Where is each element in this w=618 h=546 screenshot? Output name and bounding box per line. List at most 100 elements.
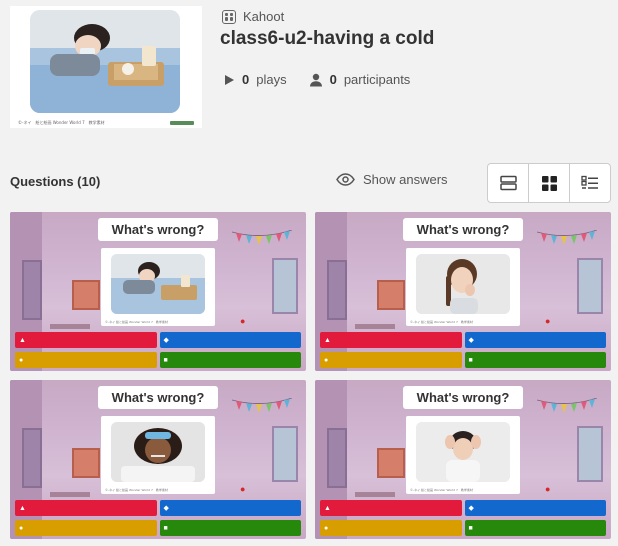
question-text: What's wrong? xyxy=(403,218,523,241)
brand-label: Kahoot xyxy=(243,9,285,24)
answer-blue: ◆ xyxy=(159,332,301,348)
answer-green: ■ xyxy=(159,520,301,536)
triangle-icon: ▲ xyxy=(19,504,26,512)
plays-count: 0 xyxy=(242,72,250,87)
diamond-icon: ◆ xyxy=(468,336,474,344)
answer-yellow: ● xyxy=(320,352,462,368)
answer-green: ■ xyxy=(464,520,606,536)
participants-stat: 0 participants xyxy=(309,72,411,87)
answer-blue: ◆ xyxy=(464,332,606,348)
classroom-shelf xyxy=(50,324,90,329)
diamond-icon: ◆ xyxy=(163,504,169,512)
answer-options: ▲ ◆ ● ■ xyxy=(15,332,301,368)
classroom-shelf xyxy=(355,324,395,329)
question-image: ©-ネイ 絵と絵画 Wonder World 7 教学素材 xyxy=(406,248,520,326)
question-text: What's wrong? xyxy=(98,386,218,409)
answer-blue: ◆ xyxy=(159,500,301,516)
play-icon xyxy=(225,74,234,85)
image-caption: ©-ネイ 絵と絵画 Wonder World 7 教学素材 xyxy=(410,320,516,324)
question-card[interactable]: ● What's wrong? ©-ネイ 絵と絵画 Wonder World 7… xyxy=(10,380,306,539)
classroom-window xyxy=(272,258,298,314)
answer-options: ▲ ◆ ● ■ xyxy=(320,500,606,536)
question-text: What's wrong? xyxy=(403,386,523,409)
question-image: ©-ネイ 絵と絵画 Wonder World 7 教学素材 xyxy=(101,416,215,494)
kahoot-cover-image: ©-ネイ 絵と絵画 Wonder World 7 教学素材 xyxy=(10,6,202,128)
bunting-decoration xyxy=(537,398,597,413)
classroom-door xyxy=(327,260,347,320)
diamond-icon: ◆ xyxy=(468,504,474,512)
classroom-board xyxy=(72,448,100,478)
apple-icon: ● xyxy=(240,316,246,326)
answer-red: ▲ xyxy=(15,500,157,516)
detail-list-view-button[interactable] xyxy=(570,164,610,202)
participants-count: 0 xyxy=(329,72,337,87)
answer-yellow: ● xyxy=(320,520,462,536)
circle-icon: ● xyxy=(324,356,329,364)
answer-options: ▲ ◆ ● ■ xyxy=(15,500,301,536)
bunting-decoration xyxy=(537,230,597,245)
circle-icon: ● xyxy=(324,524,329,532)
square-icon: ■ xyxy=(163,524,168,532)
show-answers-label: Show answers xyxy=(363,172,448,187)
classroom-board xyxy=(377,448,405,478)
person-icon xyxy=(309,73,322,86)
eye-icon xyxy=(336,173,355,186)
answer-red: ▲ xyxy=(320,500,462,516)
image-caption-text: ©-ネイ 絵と絵画 Wonder World 7 教学素材 xyxy=(410,488,473,492)
question-image: ©-ネイ 絵と絵画 Wonder World 7 教学素材 xyxy=(406,416,520,494)
question-image: ©-ネイ 絵と絵画 Wonder World 7 教学素材 xyxy=(101,248,215,326)
apple-icon: ● xyxy=(545,316,551,326)
photo-coughing-girl xyxy=(416,254,510,314)
classroom-door xyxy=(327,428,347,488)
detail-list-icon xyxy=(581,175,598,189)
classroom-door xyxy=(22,428,42,488)
triangle-icon: ▲ xyxy=(324,504,331,512)
circle-icon: ● xyxy=(19,356,24,364)
cover-photo-sick-child xyxy=(30,10,180,113)
list-view-icon xyxy=(499,175,517,191)
answer-yellow: ● xyxy=(15,520,157,536)
diamond-icon: ◆ xyxy=(163,336,169,344)
answer-yellow: ● xyxy=(15,352,157,368)
participants-label: participants xyxy=(343,72,411,87)
classroom-board xyxy=(377,280,405,310)
list-view-button[interactable] xyxy=(488,164,529,202)
plays-stat: 0 plays xyxy=(224,72,287,87)
answer-green: ■ xyxy=(159,352,301,368)
question-text: What's wrong? xyxy=(98,218,218,241)
kahoot-stats: 0 plays 0 participants xyxy=(224,72,410,87)
classroom-shelf xyxy=(50,492,90,497)
question-card[interactable]: ● What's wrong? ©-ネイ 絵と絵画 Wonder World 7… xyxy=(315,380,611,539)
answer-red: ▲ xyxy=(15,332,157,348)
kahoot-title: class6-u2-having a cold xyxy=(220,28,435,49)
classroom-board xyxy=(72,280,100,310)
question-card[interactable]: ● What's wrong? ©-ネイ 絵と絵画 Wonder World 7… xyxy=(10,212,306,371)
image-caption: ©-ネイ 絵と絵画 Wonder World 7 教学素材 xyxy=(410,488,516,492)
classroom-window xyxy=(577,426,603,482)
image-caption-text: ©-ネイ 絵と絵画 Wonder World 7 教学素材 xyxy=(105,488,168,492)
square-icon: ■ xyxy=(468,524,473,532)
classroom-window xyxy=(577,258,603,314)
bunting-decoration xyxy=(232,230,292,245)
cover-caption: ©-ネイ 絵と絵画 Wonder World 7 教学素材 xyxy=(18,118,194,127)
grid-view-icon xyxy=(541,175,557,191)
apple-icon: ● xyxy=(545,484,551,494)
publisher-logo xyxy=(170,120,194,125)
image-caption: ©-ネイ 絵と絵画 Wonder World 7 教学素材 xyxy=(105,320,211,324)
questions-heading: Questions (10) xyxy=(10,174,101,189)
photo-sleeping-child xyxy=(111,254,205,314)
classroom-window xyxy=(272,426,298,482)
brand: Kahoot xyxy=(222,9,284,24)
image-caption-text: ©-ネイ 絵と絵画 Wonder World 7 教学素材 xyxy=(410,320,473,324)
view-toggle xyxy=(487,163,611,203)
triangle-icon: ▲ xyxy=(19,336,26,344)
plays-label: plays xyxy=(256,72,287,87)
kahoot-grid-icon xyxy=(222,9,236,24)
questions-grid: ● What's wrong? ©-ネイ 絵と絵画 Wonder World 7… xyxy=(10,212,611,539)
answer-options: ▲ ◆ ● ■ xyxy=(320,332,606,368)
grid-view-button[interactable] xyxy=(529,164,570,202)
answer-blue: ◆ xyxy=(464,500,606,516)
show-answers-button[interactable]: Show answers xyxy=(336,172,448,187)
apple-icon: ● xyxy=(240,484,246,494)
question-card[interactable]: ● What's wrong? ©-ネイ 絵と絵画 Wonder World 7… xyxy=(315,212,611,371)
